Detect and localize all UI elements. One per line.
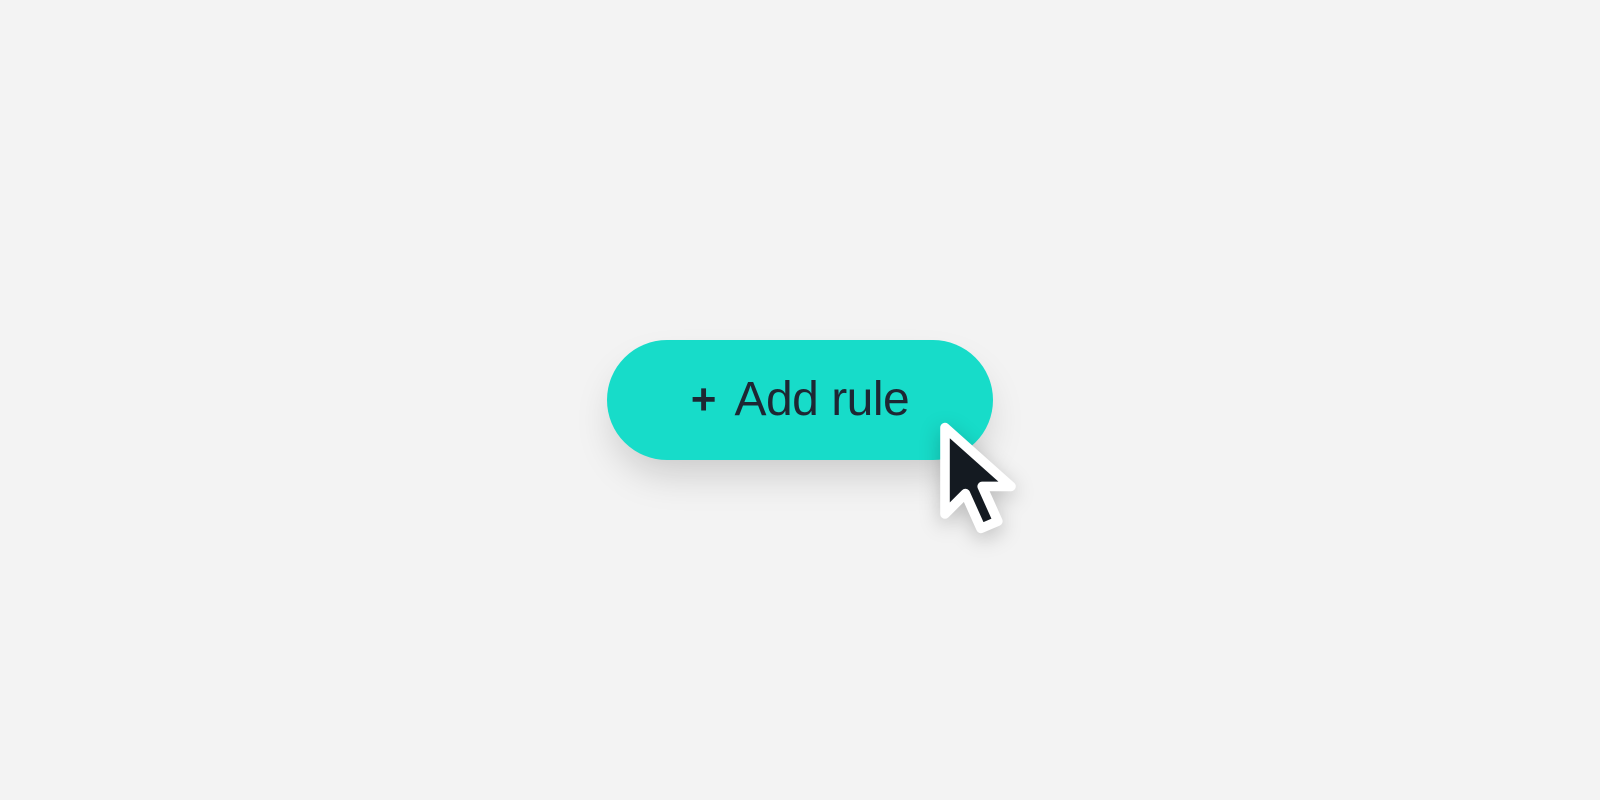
button-label: Add rule: [734, 376, 909, 424]
button-container: + Add rule: [607, 340, 993, 460]
plus-icon: +: [691, 378, 717, 422]
cursor-icon: [921, 418, 1041, 548]
